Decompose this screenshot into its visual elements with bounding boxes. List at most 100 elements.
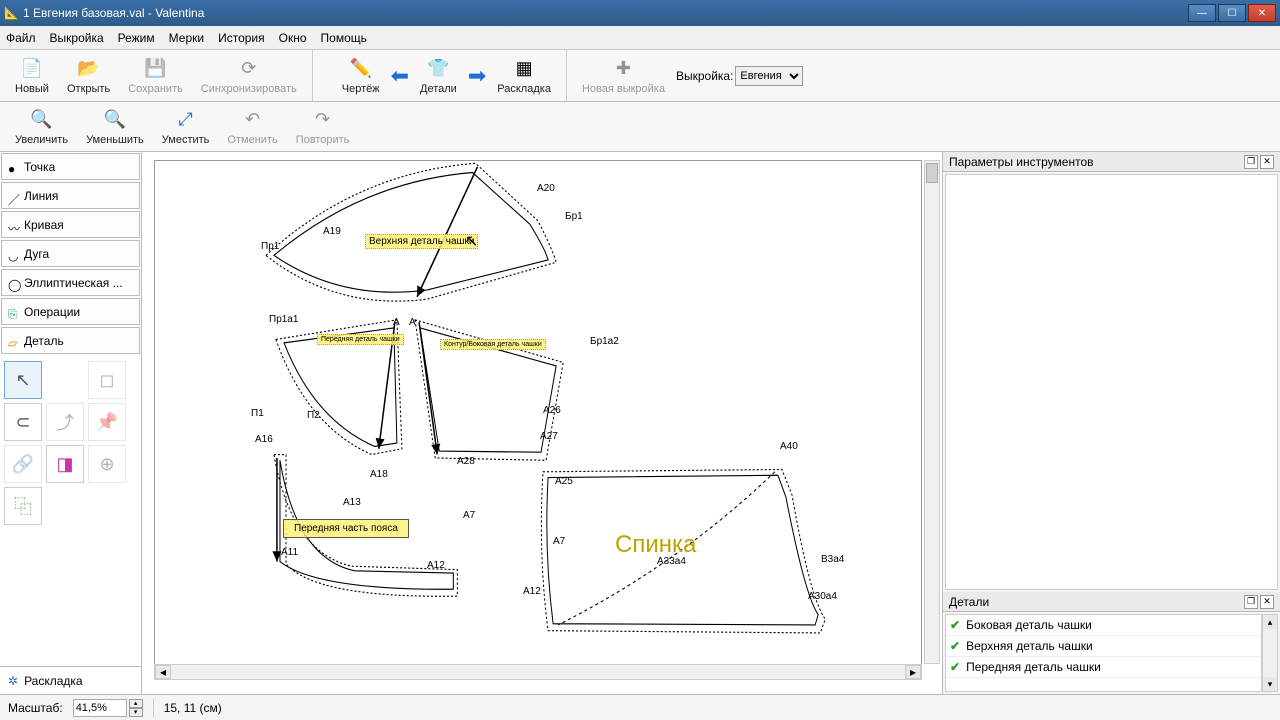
- vertical-scrollbar[interactable]: [924, 160, 940, 664]
- pt-A16: А16: [255, 434, 273, 445]
- minimize-button[interactable]: —: [1188, 4, 1216, 22]
- params-undock-button[interactable]: ❐: [1244, 155, 1258, 169]
- close-button[interactable]: ✕: [1248, 4, 1276, 22]
- label-belt: Передняя часть пояса: [283, 519, 409, 538]
- zoom-in-button[interactable]: 🔍Увеличить: [6, 105, 77, 149]
- toolcat-detail[interactable]: ▱Деталь: [1, 327, 140, 354]
- scroll-left-icon[interactable]: ◂: [155, 665, 171, 679]
- pt-A28: А28: [457, 456, 475, 467]
- point-icon: ●: [8, 162, 18, 172]
- menu-file[interactable]: Файл: [6, 31, 36, 45]
- open-button[interactable]: 📂Открыть: [58, 54, 119, 98]
- details-close-button[interactable]: ✕: [1260, 595, 1274, 609]
- toolcat-line[interactable]: ／Линия: [1, 182, 140, 209]
- sync-icon: ⟳: [237, 57, 261, 81]
- pt-A30a4: А30a4: [808, 591, 837, 602]
- menu-help[interactable]: Помощь: [321, 31, 367, 45]
- label-side-small: Контур/Боковая деталь чашки: [440, 339, 546, 350]
- horizontal-scrollbar[interactable]: ◂▸: [154, 664, 922, 680]
- details-list: ✔Боковая деталь чашки ✔Верхняя деталь ча…: [945, 614, 1262, 692]
- details-title: Детали: [949, 595, 989, 609]
- toolcat-curve[interactable]: 〰Кривая: [1, 211, 140, 238]
- scroll-right-icon[interactable]: ▸: [905, 665, 921, 679]
- tool-seam[interactable]: ◻: [88, 361, 126, 399]
- layout-small-icon: ✲: [8, 674, 18, 688]
- menu-mode[interactable]: Режим: [118, 31, 155, 45]
- toolcat-layout[interactable]: ✲Раскладка: [0, 666, 141, 694]
- details-scrollbar[interactable]: ▴▾: [1262, 614, 1278, 692]
- tool-internal[interactable]: 🔗: [4, 445, 42, 483]
- toolcat-arc[interactable]: ◡Дуга: [1, 240, 140, 267]
- coords-readout: 15, 11 (см): [164, 701, 222, 715]
- zoom-out-icon: 🔍: [103, 108, 127, 132]
- pt-A18: А18: [370, 469, 388, 480]
- scale-down-button[interactable]: ▾: [129, 708, 143, 717]
- toolcat-ops[interactable]: ⎘Операции: [1, 298, 140, 325]
- tool-insert[interactable]: ◨: [46, 445, 84, 483]
- tool-pointer[interactable]: ↖: [4, 361, 42, 399]
- layout-icon: ▦: [512, 57, 536, 81]
- new-button[interactable]: 📄Новый: [6, 54, 58, 98]
- window-titlebar: 📐 1 Евгения базовая.val - Valentina — ☐ …: [0, 0, 1280, 26]
- window-title: 1 Евгения базовая.val - Valentina: [19, 6, 1188, 20]
- new-pattern-button[interactable]: ✚Новая выкройка: [573, 54, 674, 98]
- pt-A7b: А7: [553, 536, 565, 547]
- pt-P2: П2: [307, 410, 320, 421]
- prev-arrow-icon[interactable]: ⬅: [389, 63, 411, 89]
- details-header: Детали ❐ ✕: [943, 592, 1280, 612]
- zoom-fit-icon: ⤢: [174, 108, 198, 132]
- pattern-select[interactable]: Евгения: [735, 66, 803, 86]
- label-top-piece: Верхняя деталь чашки: [365, 234, 478, 249]
- sync-button[interactable]: ⟳Синхронизировать: [192, 54, 306, 98]
- toolcat-elliptic[interactable]: ◯Эллиптическая ...: [1, 269, 140, 296]
- pattern-label: Выкройка:: [674, 69, 735, 83]
- pt-A: А: [393, 317, 400, 328]
- menu-history[interactable]: История: [218, 31, 265, 45]
- curve-icon: 〰: [8, 220, 18, 230]
- scale-input[interactable]: [73, 699, 127, 717]
- tool-path[interactable]: ⤴: [46, 403, 84, 441]
- redo-icon: ↷: [311, 108, 335, 132]
- label-front-small: Передняя деталь чашки: [317, 334, 404, 345]
- toolcat-point[interactable]: ●Точка: [1, 153, 140, 180]
- detail-row[interactable]: ✔Передняя деталь чашки: [946, 657, 1261, 678]
- canvas-area: Верхняя деталь чашки Передняя деталь чаш…: [142, 152, 942, 694]
- detail-row[interactable]: ✔Боковая деталь чашки: [946, 615, 1261, 636]
- params-title: Параметры инструментов: [949, 155, 1094, 169]
- open-icon: 📂: [77, 57, 101, 81]
- zoom-toolbar: 🔍Увеличить 🔍Уменьшить ⤢Уместить ↶Отменит…: [0, 102, 1280, 152]
- mode-layout-button[interactable]: ▦Раскладка: [488, 54, 560, 98]
- params-close-button[interactable]: ✕: [1260, 155, 1274, 169]
- tool-union[interactable]: ⊂: [4, 403, 42, 441]
- zoom-fit-button[interactable]: ⤢Уместить: [153, 105, 219, 149]
- pt-B3a4: В3a4: [821, 554, 844, 565]
- undo-icon: ↶: [241, 108, 265, 132]
- maximize-button[interactable]: ☐: [1218, 4, 1246, 22]
- scale-up-button[interactable]: ▴: [129, 699, 143, 708]
- new-file-icon: 📄: [20, 57, 44, 81]
- drawing-canvas[interactable]: Верхняя деталь чашки Передняя деталь чаш…: [154, 160, 922, 680]
- mode-draw-button[interactable]: ✏️Чертёж: [333, 54, 389, 98]
- mode-details-button[interactable]: 👕Детали: [411, 54, 466, 98]
- next-arrow-icon[interactable]: ➡: [466, 63, 488, 89]
- tool-pin[interactable]: 📌: [88, 403, 126, 441]
- undo-button[interactable]: ↶Отменить: [218, 105, 286, 149]
- params-header: Параметры инструментов ❐ ✕: [943, 152, 1280, 172]
- detail-icon: ▱: [8, 336, 18, 346]
- pt-Bp1: Бр1: [565, 211, 583, 222]
- redo-button[interactable]: ↷Повторить: [287, 105, 359, 149]
- menu-measurements[interactable]: Мерки: [169, 31, 204, 45]
- zoom-out-button[interactable]: 🔍Уменьшить: [77, 105, 153, 149]
- tool-group[interactable]: ⊕: [88, 445, 126, 483]
- pt-P1: П1: [251, 408, 264, 419]
- menu-pattern[interactable]: Выкройка: [50, 31, 104, 45]
- menu-window[interactable]: Окно: [279, 31, 307, 45]
- pt-A12: А12: [427, 560, 445, 571]
- pt-Pr1: Пр1: [261, 241, 279, 252]
- right-dock: Параметры инструментов ❐ ✕ Детали ❐ ✕ ✔Б…: [942, 152, 1280, 694]
- pt-Ab: А: [409, 317, 416, 328]
- detail-row[interactable]: ✔Верхняя деталь чашки: [946, 636, 1261, 657]
- details-undock-button[interactable]: ❐: [1244, 595, 1258, 609]
- save-button[interactable]: 💾Сохранить: [119, 54, 192, 98]
- tool-duplicate[interactable]: ⿻: [4, 487, 42, 525]
